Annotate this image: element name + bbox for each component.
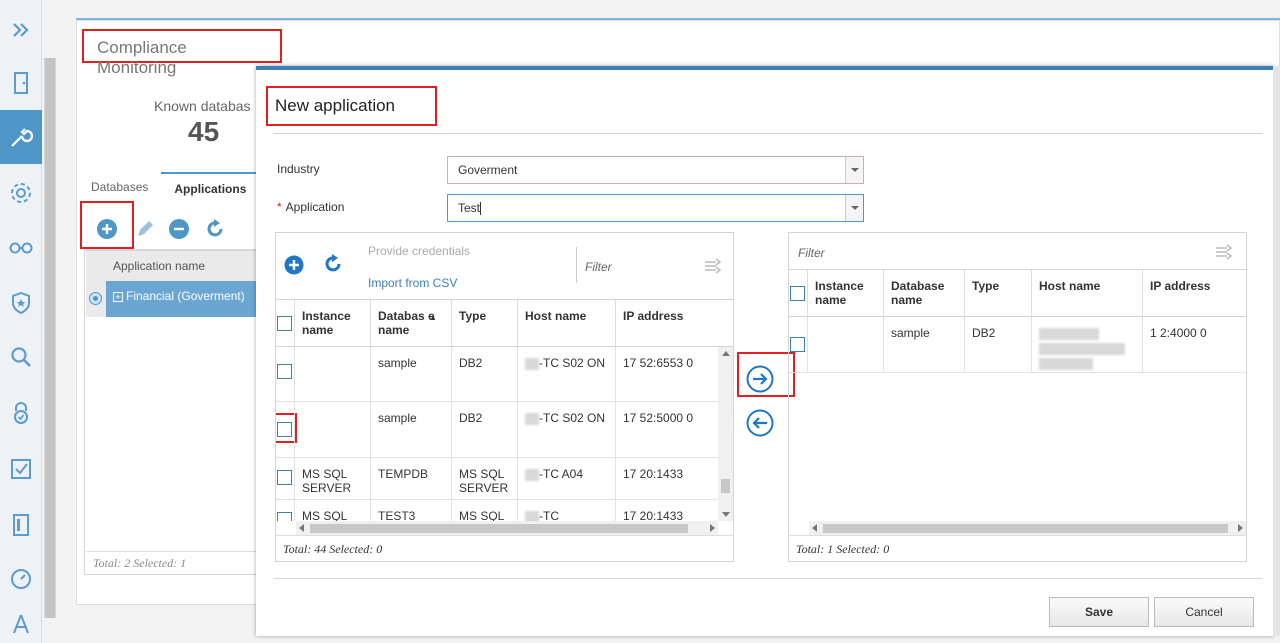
lock-icon[interactable]	[0, 386, 42, 440]
host-name-cell: -TC A04	[517, 458, 615, 499]
known-databases-value: 45	[188, 116, 220, 147]
expand-row-icon[interactable]: +	[113, 292, 123, 302]
applications-toolbar	[80, 201, 260, 251]
tab-applications[interactable]: Applications	[161, 172, 260, 202]
cancel-button[interactable]: Cancel	[1154, 597, 1254, 627]
selected-databases-grid: Filter Instance name Database name Type …	[788, 232, 1247, 562]
column-type[interactable]: Type	[451, 300, 517, 346]
expand-icon[interactable]	[0, 4, 42, 56]
filter-input[interactable]: Filter	[585, 260, 612, 274]
application-name-header[interactable]: Application name	[86, 250, 258, 282]
table-row[interactable]: MS SQL SERVER TEMPDB MS SQL SERVER -TC A…	[276, 458, 718, 500]
dialog-scrollbar[interactable]	[1273, 66, 1280, 636]
table-row[interactable]: MS SQL TEST3 MS SQL -TC 17 20:1433	[276, 500, 718, 521]
row-checkbox[interactable]	[277, 364, 292, 379]
column-ip-address[interactable]: IP address	[615, 300, 733, 346]
column-ip-address[interactable]: IP address	[1142, 270, 1246, 316]
horizontal-scrollbar[interactable]	[296, 521, 718, 535]
left-grid-footer: Total: 44 Selected: 0	[276, 535, 733, 561]
door-icon[interactable]	[0, 56, 42, 110]
move-right-icon[interactable]	[746, 365, 774, 393]
table-header: Instance name Database name Type Host na…	[789, 269, 1246, 317]
page-tabs: Databases Applications	[78, 172, 260, 202]
compass-icon[interactable]	[0, 604, 42, 643]
available-databases-grid: Provide credentials Import from CSV Filt…	[275, 232, 734, 562]
add-icon[interactable]	[96, 218, 118, 240]
chevron-down-icon[interactable]	[845, 157, 863, 183]
horizontal-scrollbar[interactable]	[809, 521, 1246, 535]
refresh-icon[interactable]	[322, 253, 344, 275]
application-row-label: + Financial (Goverment)	[106, 281, 258, 317]
table-header: Instance name Databas e name ▲ Type Host…	[276, 299, 733, 347]
ip-address-cell: 1 2:4000 0	[1142, 317, 1246, 372]
shield-icon[interactable]	[0, 276, 42, 330]
column-instance-name[interactable]: Instance name	[807, 270, 883, 316]
move-left-icon[interactable]	[746, 409, 774, 437]
row-checkbox[interactable]	[277, 512, 292, 521]
gear-icon[interactable]	[0, 166, 42, 220]
industry-select[interactable]: Goverment	[447, 156, 864, 184]
glasses-icon[interactable]	[0, 220, 42, 274]
provide-credentials-link[interactable]: Provide credentials	[368, 244, 470, 258]
filter-options-icon[interactable]	[704, 257, 722, 275]
row-checkbox[interactable]	[790, 337, 805, 352]
checklist-icon[interactable]	[0, 442, 42, 496]
table-body: sample DB2 -TC S02 ON 17 52:6553 0 sampl…	[276, 347, 718, 521]
select-all-checkbox[interactable]	[790, 286, 805, 301]
application-input[interactable]: Test	[447, 194, 864, 222]
new-application-dialog: New application Industry Goverment * Appl…	[256, 66, 1274, 636]
tab-databases[interactable]: Databases	[78, 172, 161, 202]
table-row[interactable]: + Financial (Goverment)	[86, 281, 258, 317]
save-button[interactable]: Save	[1049, 597, 1149, 627]
add-icon[interactable]	[284, 255, 304, 275]
known-databases-label: Known databas	[154, 98, 251, 114]
ip-address-cell: 17 52:6553 0	[615, 347, 718, 401]
dialog-title: New application	[266, 86, 437, 126]
nav-scrollbar[interactable]	[44, 58, 56, 618]
import-csv-link[interactable]: Import from CSV	[368, 276, 457, 290]
filter-options-icon[interactable]	[1215, 243, 1233, 261]
host-name-cell: -TC S02 ON	[517, 347, 615, 401]
search-icon[interactable]	[0, 330, 42, 384]
refresh-icon[interactable]	[204, 218, 226, 240]
host-name-cell	[1031, 317, 1142, 372]
page-title: Compliance Monitoring	[82, 29, 282, 77]
gauge-icon[interactable]	[0, 552, 42, 606]
report-icon[interactable]	[0, 498, 42, 552]
filter-input[interactable]: Filter	[798, 246, 825, 260]
row-checkbox[interactable]	[277, 470, 292, 485]
chevron-down-icon[interactable]	[845, 195, 863, 221]
ip-address-cell: 17 20:1433	[615, 500, 718, 521]
table-row[interactable]: sample DB2 -TC S02 ON 17 52:6553 0	[276, 347, 718, 402]
host-name-cell: -TC	[517, 500, 615, 521]
row-radio[interactable]	[86, 281, 106, 317]
column-database-name[interactable]: Database name	[883, 270, 964, 316]
host-name-cell: -TC S02 ON	[517, 402, 615, 457]
column-host-name[interactable]: Host name	[1031, 270, 1142, 316]
column-type[interactable]: Type	[964, 270, 1031, 316]
edit-icon[interactable]	[134, 218, 156, 240]
right-grid-footer: Total: 1 Selected: 0	[789, 535, 1246, 561]
application-label: * Application	[277, 200, 345, 214]
sort-ascending-icon: ▲	[429, 313, 437, 322]
table-row[interactable]: sample DB2 1 2:4000 0	[789, 317, 1246, 373]
ip-address-cell: 17 20:1433	[615, 458, 718, 499]
column-database-name[interactable]: Databas e name ▲	[370, 300, 451, 346]
remove-icon[interactable]	[168, 218, 190, 240]
table-row[interactable]: sample DB2 -TC S02 ON 17 52:5000 0	[276, 402, 718, 458]
column-host-name[interactable]: Host name	[517, 300, 615, 346]
vertical-scrollbar[interactable]	[718, 347, 733, 521]
nav-rail	[0, 0, 42, 643]
ip-address-cell: 17 52:5000 0	[615, 402, 718, 457]
select-all-checkbox[interactable]	[277, 316, 292, 331]
applications-footer: Total: 2 Selected: 1	[86, 551, 258, 575]
wrench-icon[interactable]	[0, 110, 42, 164]
column-instance-name[interactable]: Instance name	[294, 300, 370, 346]
industry-label: Industry	[277, 162, 320, 176]
